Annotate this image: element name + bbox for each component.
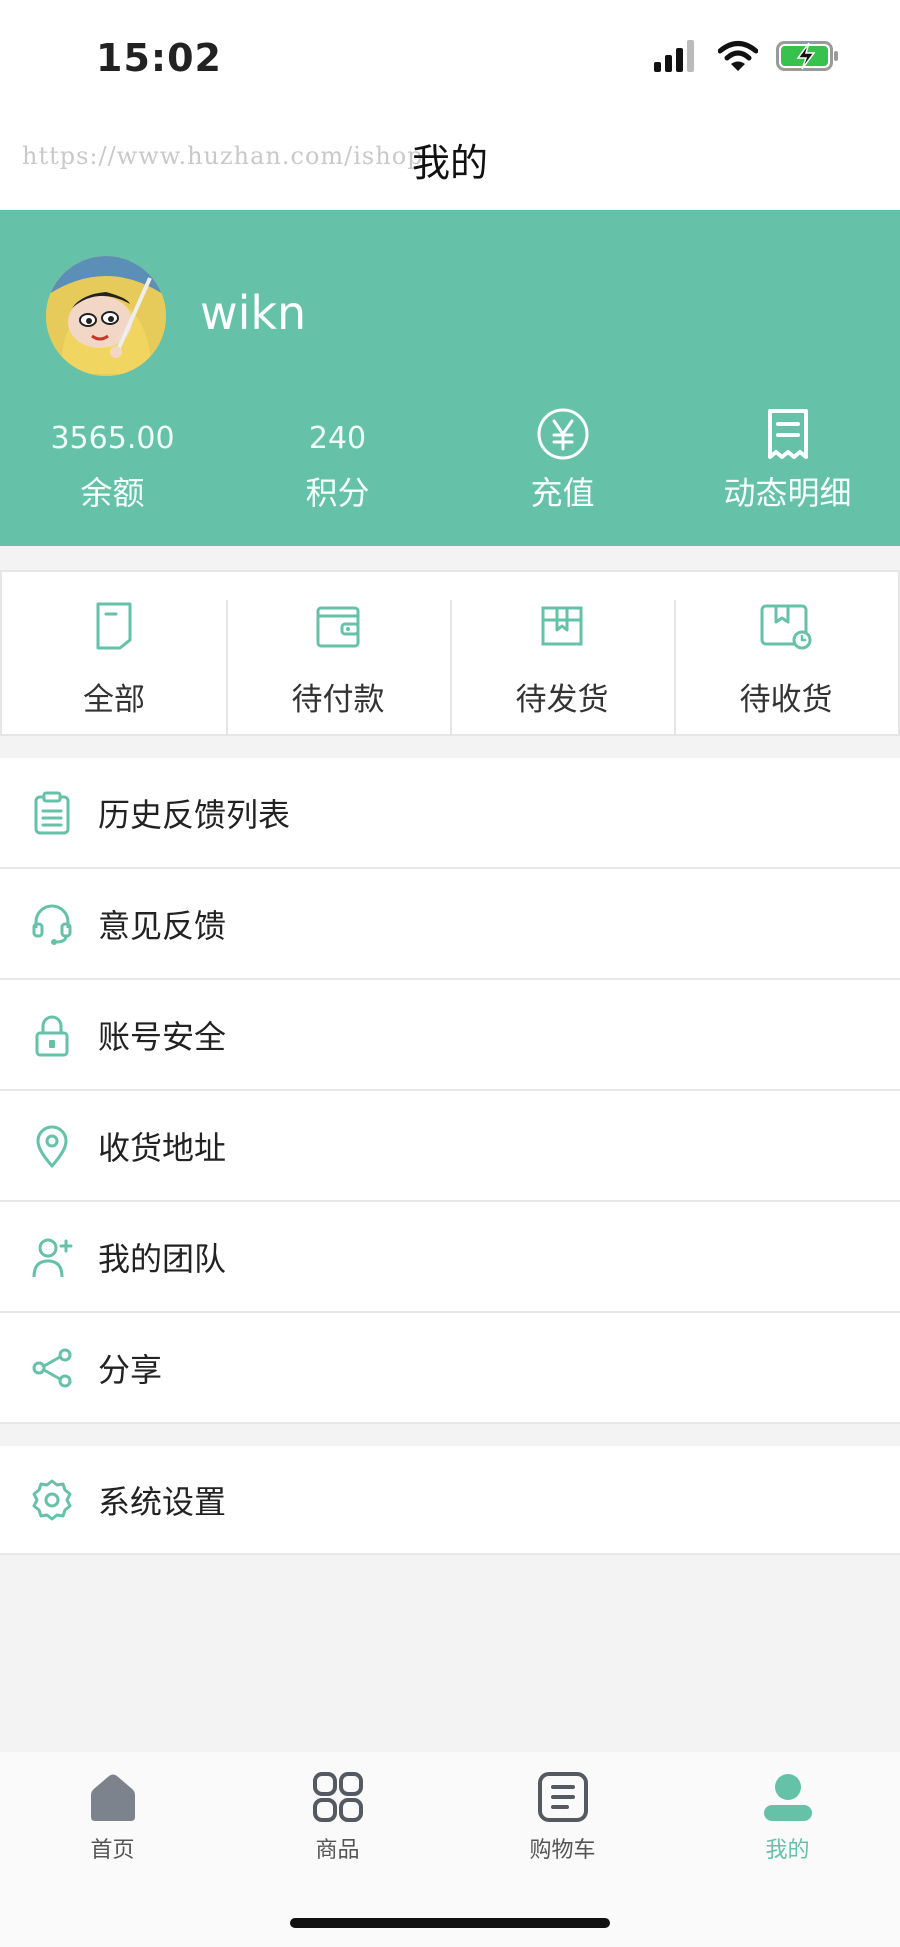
order-all-button[interactable]: 全部	[2, 572, 226, 734]
battery-charging-icon	[776, 40, 840, 76]
points-value: 240	[308, 420, 367, 456]
balance-label: 余额	[80, 474, 145, 512]
receipt-icon	[764, 407, 812, 469]
order-pending-shipment-button[interactable]: 待发货	[450, 572, 674, 734]
yen-icon	[536, 407, 590, 469]
balance-value: 3565.00	[50, 420, 175, 456]
menu-list: 历史反馈列表 意见反馈 账号安全 收货地址 我的团队 分享	[0, 758, 900, 1424]
menu-label-my-team: 我的团队	[98, 1239, 227, 1278]
page-title: 我的	[411, 141, 488, 185]
order-status-row: 全部 待付款 待发货 待收货	[0, 570, 900, 736]
delivery-box-icon	[758, 600, 814, 656]
tab-cart[interactable]: 购物车	[450, 1768, 675, 1864]
order-pending-payment-label: 待付款	[291, 682, 385, 718]
grid-icon	[312, 1768, 364, 1826]
add-user-icon	[30, 1235, 74, 1279]
profile-card: wikn 3565.00 余额 240 积分 充值 动态明细	[0, 210, 900, 546]
balance-stat[interactable]: 3565.00 余额	[0, 410, 225, 514]
tab-products[interactable]: 商品	[225, 1768, 450, 1864]
clipboard-icon	[30, 791, 74, 835]
settings-group: 系统设置	[0, 1446, 900, 1555]
order-pending-receipt-button[interactable]: 待收货	[674, 572, 898, 734]
bottom-tab-bar: 首页 商品 购物车 我的	[0, 1752, 900, 1947]
menu-label-account-security: 账号安全	[98, 1017, 227, 1056]
signal-icon	[654, 40, 700, 76]
status-bar: 15:02	[0, 0, 900, 110]
menu-item-feedback-history[interactable]: 历史反馈列表	[0, 758, 900, 869]
points-label: 积分	[305, 474, 370, 512]
recharge-label: 充值	[530, 474, 595, 512]
tab-home-label: 首页	[90, 1838, 135, 1863]
order-pending-shipment-label: 待发货	[515, 682, 609, 718]
title-bar: https://www.huzhan.com/ishop 我的	[0, 110, 900, 210]
lock-icon	[30, 1013, 74, 1057]
menu-item-share[interactable]: 分享	[0, 1313, 900, 1424]
status-icons	[654, 40, 840, 76]
menu-label-shipping-address: 收货地址	[98, 1128, 227, 1167]
document-icon	[90, 600, 138, 656]
home-icon	[87, 1768, 139, 1826]
avatar[interactable]	[46, 256, 166, 376]
username: wikn	[200, 286, 307, 340]
gear-icon	[30, 1478, 74, 1522]
tab-profile[interactable]: 我的	[675, 1768, 900, 1864]
menu-item-system-settings[interactable]: 系统设置	[0, 1446, 900, 1555]
headset-icon	[30, 902, 74, 946]
order-all-label: 全部	[83, 682, 145, 718]
package-icon	[538, 600, 586, 656]
status-time: 15:02	[96, 36, 222, 80]
wallet-icon	[314, 600, 362, 656]
recharge-button[interactable]: 充值	[450, 407, 675, 514]
account-stats: 3565.00 余额 240 积分 充值 动态明细	[0, 407, 900, 514]
location-pin-icon	[30, 1124, 74, 1168]
cart-list-icon	[537, 1768, 589, 1826]
menu-label-system-settings: 系统设置	[98, 1482, 227, 1521]
points-stat[interactable]: 240 积分	[225, 410, 450, 514]
order-pending-payment-button[interactable]: 待付款	[226, 572, 450, 734]
tab-products-label: 商品	[315, 1838, 360, 1863]
menu-label-share: 分享	[98, 1350, 163, 1389]
user-icon	[762, 1768, 814, 1826]
activity-details-label: 动态明细	[723, 474, 852, 512]
activity-details-button[interactable]: 动态明细	[675, 407, 900, 514]
menu-label-feedback: 意见反馈	[98, 906, 227, 945]
wifi-icon	[717, 40, 759, 76]
home-indicator	[290, 1918, 610, 1928]
tab-profile-label: 我的	[765, 1838, 810, 1863]
menu-item-feedback[interactable]: 意见反馈	[0, 869, 900, 980]
menu-item-account-security[interactable]: 账号安全	[0, 980, 900, 1091]
menu-item-my-team[interactable]: 我的团队	[0, 1202, 900, 1313]
menu-label-feedback-history: 历史反馈列表	[98, 795, 291, 834]
order-pending-receipt-label: 待收货	[739, 682, 833, 718]
share-icon	[30, 1346, 74, 1390]
tab-cart-label: 购物车	[529, 1838, 596, 1863]
tab-home[interactable]: 首页	[0, 1768, 225, 1864]
menu-item-shipping-address[interactable]: 收货地址	[0, 1091, 900, 1202]
